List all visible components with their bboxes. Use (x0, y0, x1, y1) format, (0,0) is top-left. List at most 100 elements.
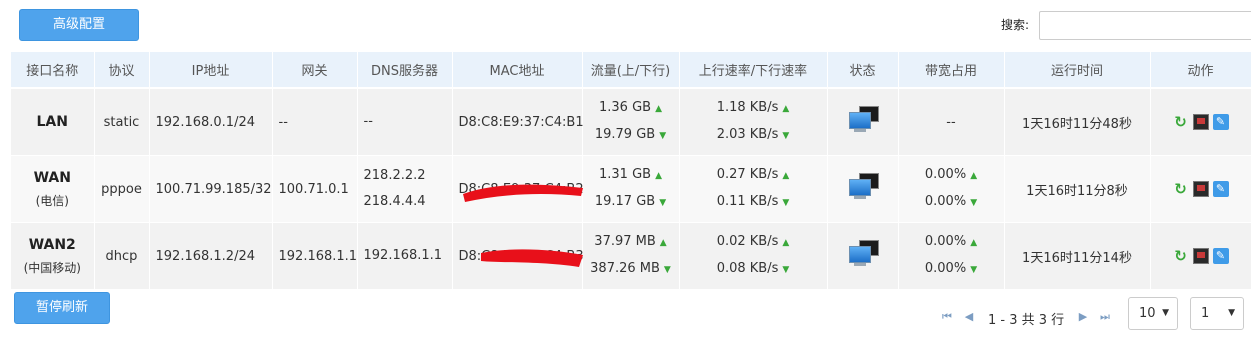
bandwidth-cell: 0.00% ▲ 0.00% ▼ (898, 222, 1005, 290)
edit-icon[interactable]: ✎ (1212, 114, 1229, 130)
interface-name-cell: LAN (11, 88, 95, 156)
col-header[interactable]: 运行时间 (1004, 52, 1151, 89)
uptime-cell: 1天16时11分48秒 (1004, 88, 1151, 156)
down-arrow-icon: ▼ (782, 198, 790, 208)
table-row: WAN2 (中国移动) dhcp 192.168.1.2/24 192.168.1… (11, 222, 1251, 290)
screen-icon[interactable] (1192, 181, 1209, 197)
col-header[interactable]: 上行速率/下行速率 (679, 52, 828, 89)
rate-cell: 0.27 KB/s ▲ 0.11 KB/s ▼ (679, 155, 828, 223)
table-header-row: 接口名称 协议 IP地址 网关 DNS服务器 MAC地址 流量(上/下行) 上行… (11, 52, 1251, 89)
ip-cell: 100.71.99.185/32 (149, 155, 273, 223)
page-number-select[interactable]: 1 ▼ (1190, 297, 1244, 330)
col-header[interactable]: 流量(上/下行) (582, 52, 680, 89)
ip-cell: 192.168.1.2/24 (149, 222, 273, 290)
up-arrow-icon: ▲ (782, 104, 790, 114)
page-size-select[interactable]: 10 ▼ (1128, 297, 1178, 330)
gateway-cell: 192.168.1.1 (272, 222, 358, 290)
rate-down: 2.03 KB/s (716, 127, 779, 142)
page-size-value: 10 (1139, 306, 1156, 321)
col-header[interactable]: 带宽占用 (898, 52, 1005, 89)
bandwidth-up: 0.00% (924, 167, 967, 182)
advanced-config-button[interactable]: 高级配置 (19, 9, 139, 41)
col-header[interactable]: IP地址 (149, 52, 273, 89)
table-row: WAN (电信) pppoe 100.71.99.185/32 100.71.0.… (11, 155, 1251, 223)
interface-carrier: (中国移动) (23, 260, 81, 275)
dns-cell: 218.2.2.2 218.4.4.4 (357, 155, 453, 223)
interface-name: LAN (36, 114, 68, 130)
status-cell (827, 155, 899, 223)
status-cell (827, 88, 899, 156)
pause-refresh-button[interactable]: 暂停刷新 (14, 292, 110, 324)
down-arrow-icon: ▼ (659, 198, 667, 208)
refresh-icon[interactable]: ↻ (1173, 248, 1189, 264)
pager-info: 1 - 3 共 3 行 (988, 313, 1065, 328)
chevron-down-icon: ▼ (1228, 308, 1235, 318)
traffic-cell: 1.36 GB ▲ 19.79 GB ▼ (582, 88, 680, 156)
col-header[interactable]: 协议 (94, 52, 150, 89)
traffic-up: 1.36 GB (599, 100, 652, 115)
bandwidth-up: 0.00% (924, 234, 967, 249)
bandwidth-down: 0.00% (924, 194, 967, 209)
edit-icon[interactable]: ✎ (1212, 248, 1229, 264)
traffic-down: 387.26 MB (590, 261, 660, 276)
first-page-icon[interactable]: ⏮ (940, 310, 954, 324)
up-arrow-icon: ▲ (970, 238, 978, 248)
search-label: 搜索: (1001, 18, 1030, 32)
dns-primary: 192.168.1.1 (363, 248, 443, 263)
chevron-down-icon: ▼ (1162, 308, 1169, 318)
monitor-icon (847, 173, 879, 201)
refresh-icon[interactable]: ↻ (1173, 181, 1189, 197)
rate-down: 0.11 KB/s (716, 194, 779, 209)
last-page-icon[interactable]: ⏭ (1098, 310, 1112, 324)
actions-cell: ↻ ✎ (1150, 222, 1251, 290)
dns-cell: 192.168.1.1 (357, 222, 453, 290)
col-header[interactable]: 状态 (827, 52, 899, 89)
mac-address: D8:C8:E9:37:C4:B1 (458, 114, 584, 130)
col-header[interactable]: 动作 (1150, 52, 1251, 89)
rate-down: 0.08 KB/s (716, 261, 779, 276)
protocol-cell: static (94, 88, 150, 156)
down-arrow-icon: ▼ (970, 265, 978, 275)
col-header[interactable]: MAC地址 (452, 52, 583, 89)
interface-name: WAN (33, 169, 71, 186)
prev-page-icon[interactable]: ◀ (962, 310, 976, 324)
up-arrow-icon: ▲ (655, 171, 662, 181)
screen-icon[interactable] (1192, 114, 1209, 130)
rate-up: 0.02 KB/s (716, 234, 779, 249)
up-arrow-icon: ▲ (782, 171, 790, 181)
down-arrow-icon: ▼ (970, 198, 978, 208)
next-page-icon[interactable]: ▶ (1076, 310, 1090, 324)
interface-table: 接口名称 协议 IP地址 网关 DNS服务器 MAC地址 流量(上/下行) 上行… (11, 52, 1251, 290)
down-arrow-icon: ▼ (659, 131, 667, 141)
bandwidth-cell: -- (898, 88, 1005, 156)
col-header[interactable]: 网关 (272, 52, 358, 89)
redaction-mark (462, 184, 583, 202)
traffic-down: 19.79 GB (594, 127, 656, 142)
search-input[interactable] (1039, 11, 1251, 40)
protocol-cell: pppoe (94, 155, 150, 223)
mac-cell: D8:C8:E9:37:C4:B1 (452, 88, 584, 156)
monitor-icon (847, 106, 879, 134)
up-arrow-icon: ▲ (659, 238, 667, 248)
interface-name-cell: WAN2 (中国移动) (11, 222, 95, 290)
up-arrow-icon: ▲ (655, 104, 662, 114)
traffic-cell: 37.97 MB ▲ 387.26 MB ▼ (582, 222, 680, 290)
col-header[interactable]: 接口名称 (11, 52, 95, 89)
interface-name-cell: WAN (电信) (11, 155, 95, 223)
status-cell (827, 222, 899, 290)
screen-icon[interactable] (1192, 248, 1209, 264)
traffic-up: 1.31 GB (599, 167, 652, 182)
col-header[interactable]: DNS服务器 (357, 52, 453, 89)
down-arrow-icon: ▼ (663, 265, 671, 275)
traffic-down: 19.17 GB (594, 194, 656, 209)
actions-cell: ↻ ✎ (1150, 155, 1251, 223)
edit-icon[interactable]: ✎ (1212, 181, 1229, 197)
gateway-cell: -- (272, 88, 358, 156)
dns-primary: -- (363, 114, 373, 129)
dns-cell: -- (357, 88, 453, 156)
interface-name: WAN2 (28, 236, 76, 253)
traffic-cell: 1.31 GB ▲ 19.17 GB ▼ (582, 155, 680, 223)
dns-secondary: 218.4.4.4 (363, 194, 426, 209)
rate-up: 0.27 KB/s (716, 167, 779, 182)
refresh-icon[interactable]: ↻ (1173, 114, 1189, 130)
